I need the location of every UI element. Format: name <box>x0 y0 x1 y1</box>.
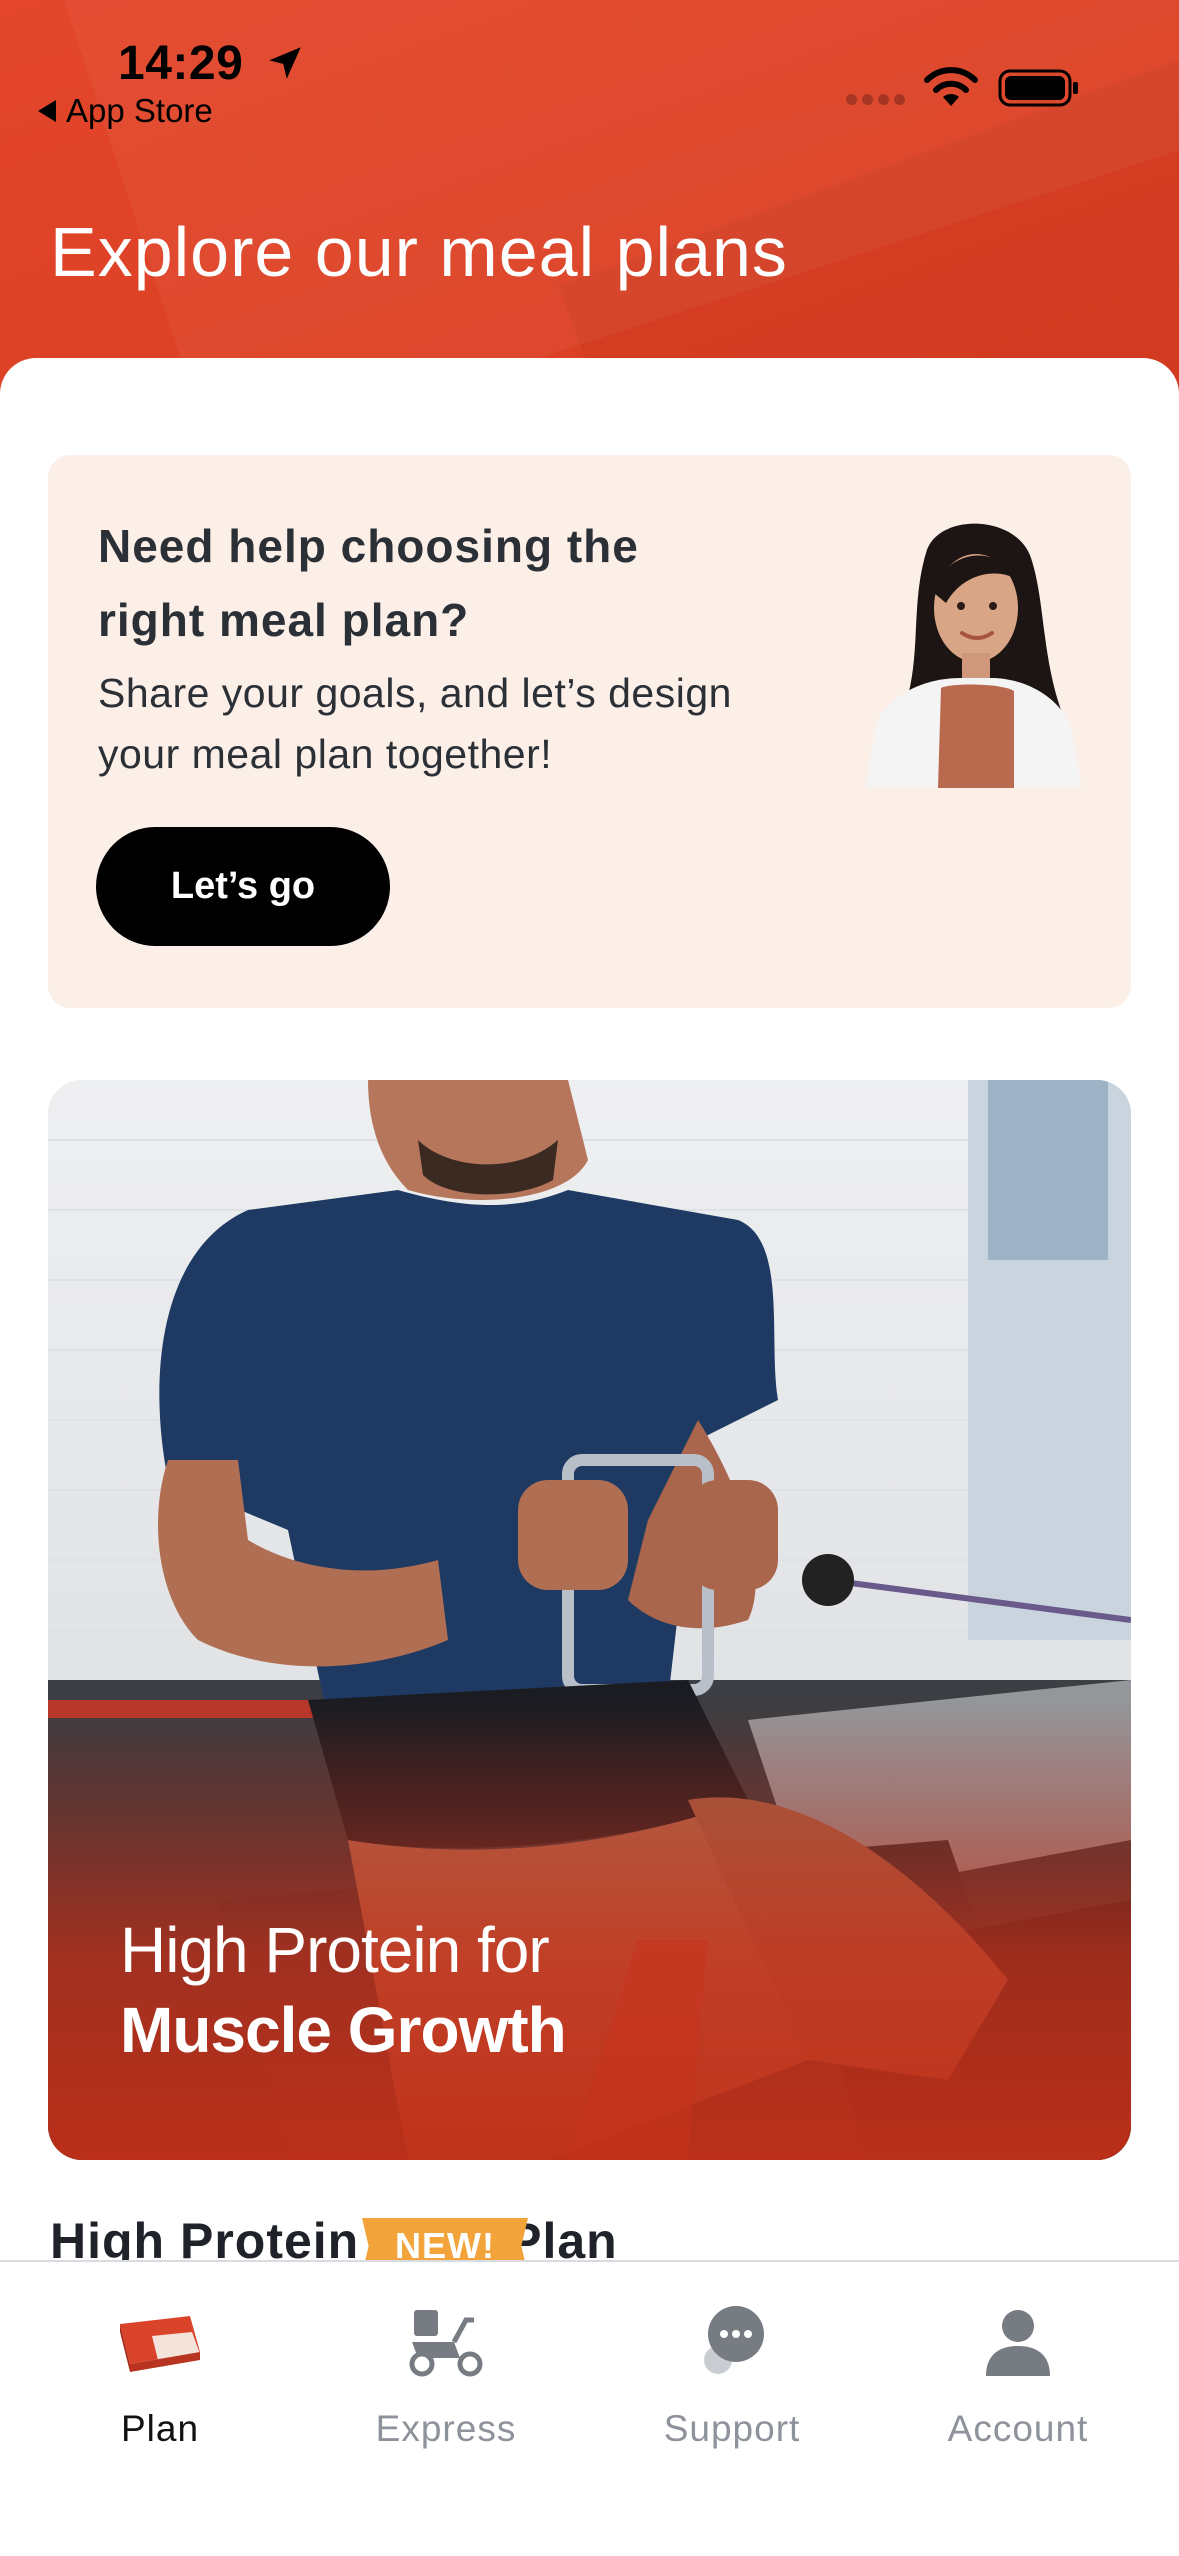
cellular-signal-icon <box>846 94 905 105</box>
tab-account-label: Account <box>947 2408 1089 2449</box>
nutritionist-photo <box>866 513 1082 788</box>
location-arrow-icon <box>269 47 301 79</box>
status-time: 14:29 <box>118 37 244 90</box>
meal-plan-help-card: Need help choosing the right meal plan? … <box>48 455 1131 1008</box>
help-card-subtitle: Share your goals, and let’s design your … <box>98 670 732 777</box>
promo-line-2: Muscle Growth <box>120 1994 567 2066</box>
tab-plan-label: Plan <box>120 2408 200 2449</box>
bottom-tab-bar: Plan Express Support Account <box>0 2260 1179 2556</box>
person-icon <box>986 2310 1050 2376</box>
tab-support[interactable]: Support <box>602 2262 862 2472</box>
back-to-app-store-link[interactable]: App Store <box>38 92 213 130</box>
back-triangle-icon <box>38 100 56 122</box>
meal-box-icon <box>120 2316 200 2372</box>
high-protein-plan-card[interactable]: High Protein for Muscle Growth <box>48 1080 1131 2160</box>
tab-express[interactable]: Express <box>316 2262 576 2472</box>
lets-go-button[interactable]: Let’s go <box>96 827 390 946</box>
scooter-icon <box>409 2310 483 2377</box>
help-card-title: Need help choosing the right meal plan? <box>98 520 639 646</box>
chat-bubbles-icon <box>704 2306 764 2374</box>
tab-account[interactable]: Account <box>888 2262 1148 2472</box>
page-title: Explore our meal plans <box>50 213 788 291</box>
tab-express-label: Express <box>375 2408 517 2449</box>
promo-card-label: High Protein for Muscle Growth <box>120 1910 567 2070</box>
promo-line-1: High Protein for <box>120 1914 550 1986</box>
wifi-icon <box>924 67 978 106</box>
tab-support-label: Support <box>663 2408 801 2449</box>
battery-icon <box>998 69 1078 107</box>
back-label: App Store <box>66 92 213 129</box>
tab-plan[interactable]: Plan <box>30 2262 290 2472</box>
